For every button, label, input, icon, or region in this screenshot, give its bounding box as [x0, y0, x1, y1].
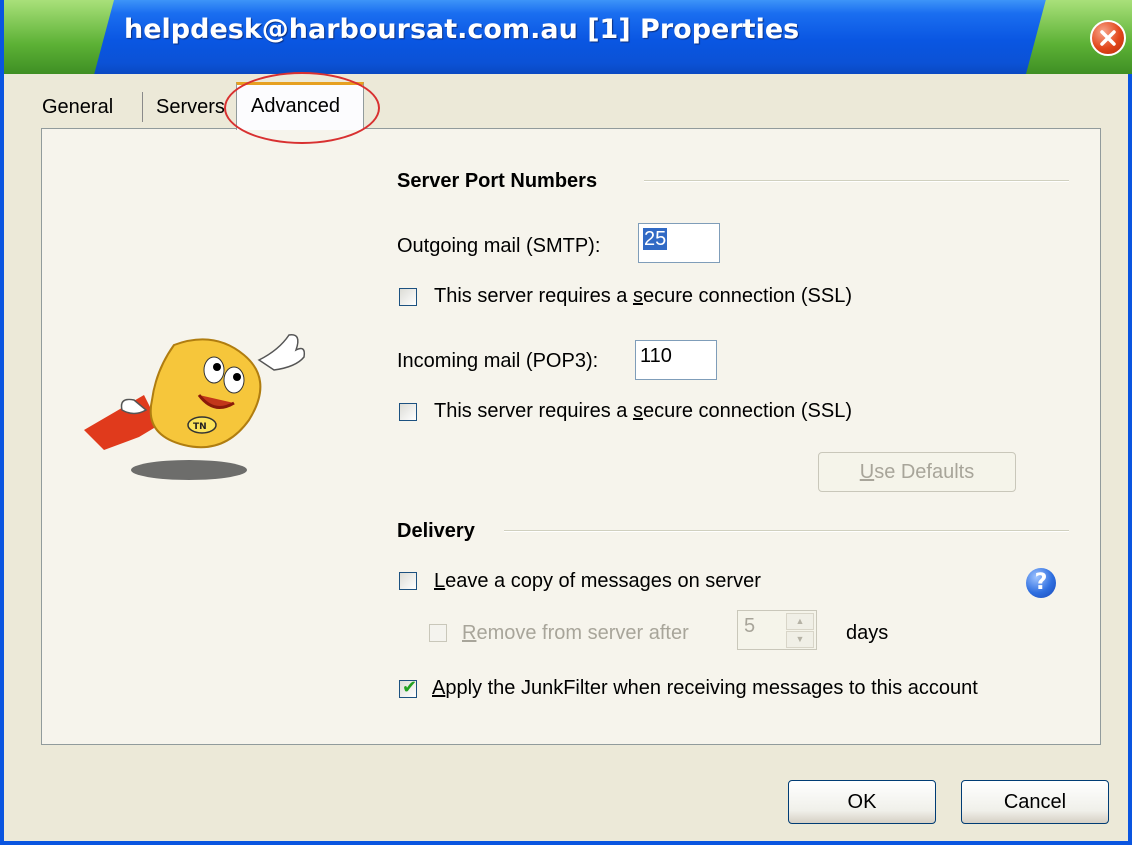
- remove-days-spinner[interactable]: 5 ▲ ▼: [737, 610, 817, 650]
- tab-divider: [142, 92, 143, 122]
- outgoing-ssl-checkbox[interactable]: [399, 288, 417, 306]
- outgoing-ssl-label[interactable]: This server requires a secure connection…: [434, 285, 852, 308]
- section-divider: [504, 530, 1069, 532]
- outgoing-port-value: 25: [643, 228, 668, 250]
- incoming-ssl-checkbox[interactable]: [399, 403, 417, 421]
- tab-general[interactable]: General: [42, 96, 113, 119]
- remove-after-checkbox[interactable]: [429, 624, 447, 642]
- delivery-heading: Delivery: [397, 520, 475, 542]
- close-icon: [1100, 30, 1116, 46]
- close-button[interactable]: [1090, 20, 1126, 56]
- spinner-up-icon[interactable]: ▲: [786, 613, 814, 630]
- spinner-down-icon[interactable]: ▼: [786, 631, 814, 648]
- junkfilter-label[interactable]: Apply the JunkFilter when receiving mess…: [432, 677, 978, 700]
- properties-dialog: helpdesk@harboursat.com.au [1] Propertie…: [0, 0, 1132, 845]
- mascot-image: TN: [84, 334, 306, 480]
- remove-days-value: 5: [744, 615, 756, 637]
- incoming-mail-label: Incoming mail (POP3):: [397, 350, 599, 372]
- incoming-ssl-label[interactable]: This server requires a secure connection…: [434, 400, 852, 423]
- leave-copy-checkbox[interactable]: [399, 572, 417, 590]
- ok-button[interactable]: OK: [788, 780, 936, 824]
- cancel-button[interactable]: Cancel: [961, 780, 1109, 824]
- window-title: helpdesk@harboursat.com.au [1] Propertie…: [124, 14, 800, 45]
- tab-servers[interactable]: Servers: [156, 96, 225, 119]
- outgoing-port-input[interactable]: 25: [638, 223, 720, 263]
- title-bar-left-accent: [4, 0, 114, 74]
- svg-text:TN: TN: [193, 422, 207, 432]
- checkmark-icon: ✔: [402, 677, 418, 698]
- annotation-circle: [224, 72, 380, 144]
- title-bar[interactable]: helpdesk@harboursat.com.au [1] Propertie…: [4, 0, 1132, 74]
- use-defaults-button[interactable]: Use Defaults: [818, 452, 1016, 492]
- server-ports-heading: Server Port Numbers: [397, 170, 598, 192]
- days-label: days: [846, 622, 889, 644]
- remove-after-label[interactable]: Remove from server after: [462, 622, 689, 645]
- help-icon[interactable]: ?: [1026, 568, 1056, 598]
- section-divider: [644, 180, 1069, 182]
- incoming-port-value: 110: [640, 345, 672, 367]
- leave-copy-label[interactable]: Leave a copy of messages on server: [434, 570, 761, 593]
- outgoing-mail-label: Outgoing mail (SMTP):: [397, 235, 601, 257]
- junkfilter-checkbox[interactable]: ✔: [399, 677, 418, 698]
- incoming-port-input[interactable]: 110: [635, 340, 717, 380]
